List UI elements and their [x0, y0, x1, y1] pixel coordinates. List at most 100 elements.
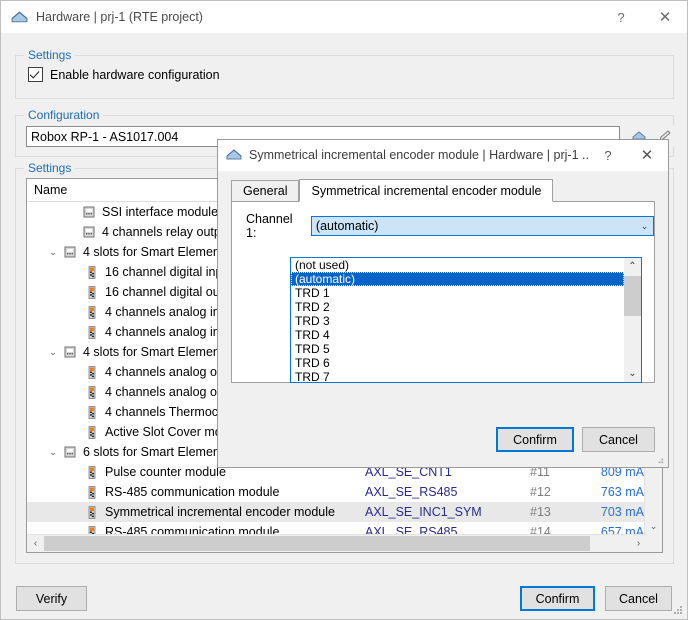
module-icon — [64, 346, 75, 358]
scroll-down-icon[interactable]: ⌄ — [645, 518, 662, 535]
tree-row-type: AXL_SE_RS485 — [365, 485, 458, 499]
chevron-down-icon[interactable]: ⌄ — [45, 247, 61, 257]
smart-element-icon — [88, 405, 95, 419]
dialog-tab-encoder[interactable]: Symmetrical incremental encoder module — [299, 179, 554, 202]
smart-element-icon — [88, 385, 95, 399]
dialog-titlebar: Symmetrical incremental encoder module |… — [218, 140, 668, 171]
smart-element-icon — [83, 325, 100, 339]
dropdown-option[interactable]: (not used) — [291, 258, 624, 272]
smart-element-icon — [83, 485, 100, 499]
smart-element-icon — [88, 365, 95, 379]
dialog-help-button[interactable]: ? — [590, 141, 626, 170]
smart-element-icon — [88, 265, 95, 279]
tree-row-name: 4 slots for Smart Element — [83, 245, 224, 259]
dropdown-option[interactable]: TRD 7 — [291, 370, 624, 382]
dropdown-option[interactable]: TRD 1 — [291, 286, 624, 300]
configuration-groupbox-legend: Configuration — [24, 108, 104, 122]
checkbox-label: Enable hardware configuration — [50, 67, 220, 82]
smart-element-icon — [88, 465, 95, 479]
dropdown-option[interactable]: TRD 5 — [291, 342, 624, 356]
dialog-confirm-button[interactable]: Confirm — [496, 427, 574, 452]
tree-row-name: 4 channels relay output — [102, 225, 232, 239]
channel-combobox[interactable]: (automatic) ⌄ — [310, 216, 654, 236]
dropdown-option[interactable]: TRD 4 — [291, 328, 624, 342]
smart-element-icon — [83, 385, 100, 399]
tree-row-name: RS-485 communication module — [105, 485, 280, 499]
module-icon — [80, 206, 97, 218]
house-module-icon — [11, 10, 28, 22]
module-icon — [64, 446, 75, 458]
dropdown-option[interactable]: TRD 3 — [291, 314, 624, 328]
smart-element-icon — [83, 405, 100, 419]
dialog-tab-general[interactable]: General — [231, 180, 300, 202]
tree-row-name: SSI interface module — [102, 205, 219, 219]
tree-row-number: #12 — [530, 485, 551, 499]
enable-hardware-configuration-checkbox[interactable]: Enable hardware configuration — [28, 67, 220, 82]
smart-element-icon — [83, 285, 100, 299]
smart-element-icon — [88, 305, 95, 319]
window-title: Hardware | prj-1 (RTE project) — [36, 10, 203, 24]
chevron-down-icon[interactable]: ⌄ — [45, 347, 61, 357]
window-help-button[interactable]: ? — [599, 2, 643, 33]
dialog-cancel-button[interactable]: Cancel — [582, 427, 655, 452]
settings-groupbox: Settings Enable hardware configuration — [15, 48, 674, 99]
verify-button[interactable]: Verify — [16, 586, 87, 611]
module-icon — [83, 206, 94, 218]
channel-row: Channel 1: (automatic) ⌄ — [246, 212, 654, 240]
dropdown-scrollbar[interactable]: ⌃ ⌄ — [624, 258, 641, 382]
encoder-module-dialog: Symmetrical incremental encoder module |… — [217, 139, 669, 468]
dropdown-options[interactable]: (not used) (automatic) TRD 1 TRD 2 TRD 3 TRD … — [291, 258, 624, 382]
channel-dropdown-list[interactable]: (not used) (automatic) TRD 1 TRD 2 TRD 3 TRD … — [290, 257, 642, 383]
tree-row-name: 6 slots for Smart Element — [83, 445, 224, 459]
module-icon — [83, 226, 94, 238]
settings-groupbox-legend: Settings — [24, 48, 76, 62]
smart-element-icon — [83, 425, 100, 439]
scroll-down-icon[interactable]: ⌄ — [624, 365, 641, 382]
tree-row-name: 4 slots for Smart Element — [83, 345, 224, 359]
smart-element-icon — [83, 465, 100, 479]
confirm-button[interactable]: Confirm — [520, 586, 595, 611]
tree-horizontal-scrollbar[interactable]: ‹ › — [27, 534, 647, 552]
module-icon — [80, 226, 97, 238]
cancel-button[interactable]: Cancel — [605, 586, 672, 611]
tree-row-name: 16 channel digital input — [105, 265, 233, 279]
tree-row-content: Symmetrical incremental encoder module AX… — [100, 502, 662, 522]
module-icon — [64, 246, 75, 258]
checkbox-box[interactable] — [28, 67, 43, 82]
smart-element-icon — [83, 505, 100, 519]
tree-column-header-name: Name — [34, 183, 68, 197]
tree-row-name: Symmetrical incremental encoder module — [105, 505, 335, 519]
tree-row-name: Pulse counter module — [105, 465, 226, 479]
hardware-configuration-window: Hardware | prj-1 (RTE project) ? ✕ Setti… — [0, 0, 688, 620]
tree-row[interactable]: RS-485 communication module AXL_SE_RS485 #… — [27, 482, 662, 502]
smart-element-icon — [88, 285, 95, 299]
dropdown-option[interactable]: TRD 6 — [291, 356, 624, 370]
tree-row[interactable]: Symmetrical incremental encoder module AX… — [27, 502, 662, 522]
tree-row-current: 763 mA — [600, 485, 644, 499]
dialog-content: General Symmetrical incremental encoder m… — [218, 171, 668, 467]
smart-element-icon — [88, 325, 95, 339]
smart-element-icon — [88, 505, 95, 519]
dialog-close-button[interactable]: ✕ — [626, 141, 668, 170]
scroll-up-icon[interactable]: ⌃ — [624, 258, 641, 275]
scroll-left-icon[interactable]: ‹ — [27, 538, 44, 549]
dropdown-scroll-thumb[interactable] — [624, 276, 641, 316]
dialog-tabstrip[interactable]: General Symmetrical incremental encoder m… — [231, 179, 655, 202]
tree-row-type: AXL_SE_INC1_SYM — [365, 505, 482, 519]
dialog-resize-grip-icon[interactable] — [654, 454, 665, 465]
dropdown-option[interactable]: (automatic) — [291, 272, 624, 286]
module-icon — [61, 246, 78, 258]
dropdown-option[interactable]: TRD 2 — [291, 300, 624, 314]
chevron-down-icon[interactable]: ⌄ — [636, 217, 653, 235]
tree-row-content: RS-485 communication module AXL_SE_RS485 #… — [100, 482, 662, 502]
tree-hscroll-thumb[interactable] — [44, 536, 590, 551]
window-close-button[interactable]: ✕ — [643, 2, 687, 33]
tree-row-number: #13 — [530, 505, 551, 519]
module-icon — [61, 346, 78, 358]
chevron-down-icon[interactable]: ⌄ — [45, 447, 61, 457]
smart-element-icon — [88, 485, 95, 499]
resize-grip-icon[interactable] — [672, 604, 684, 616]
smart-element-icon — [83, 365, 100, 379]
modules-groupbox-legend: Settings — [24, 161, 76, 175]
smart-element-icon — [88, 425, 95, 439]
